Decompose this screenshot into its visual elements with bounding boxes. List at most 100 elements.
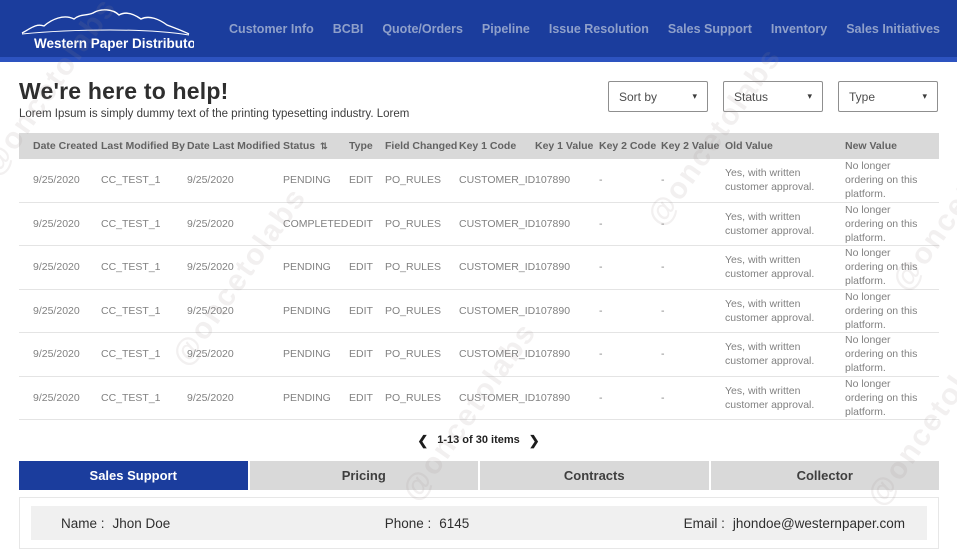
cell-type: EDIT — [349, 246, 385, 290]
cell-last-modified-by: CC_TEST_1 — [101, 289, 187, 333]
status-dropdown-label: Status — [734, 90, 768, 104]
table-row: 9/25/2020CC_TEST_19/25/2020COMPLETEDEDIT… — [19, 202, 939, 246]
cell-new-value: No longer ordering on this platform. — [845, 289, 939, 333]
nav-item-bcbi[interactable]: BCBI — [333, 22, 364, 36]
cell-field-changed: PO_RULES — [385, 202, 459, 246]
table-header: Date Created Last Modified By Date Last … — [19, 133, 939, 159]
hero-row: We're here to help! Lorem Ipsum is simpl… — [19, 62, 938, 133]
cell-old-value: Yes, with written customer approval. — [725, 376, 845, 420]
cell-type: EDIT — [349, 289, 385, 333]
cell-type: EDIT — [349, 333, 385, 377]
col-header-date-last-modified: Date Last Modified — [187, 133, 283, 159]
cell-key2-code: - — [599, 159, 661, 202]
cell-old-value: Yes, with written customer approval. — [725, 333, 845, 377]
cell-key2-code: - — [599, 289, 661, 333]
cell-status: PENDING — [283, 246, 349, 290]
cell-last-modified-by: CC_TEST_1 — [101, 246, 187, 290]
cell-key2-code: - — [599, 202, 661, 246]
nav-item-sales-initiatives[interactable]: Sales Initiatives — [846, 22, 940, 36]
contact-email-value: jhondoe@westernpaper.com — [733, 516, 905, 531]
contact-card: Name : Jhon Doe Phone : 6145 Email : jho… — [19, 497, 939, 549]
col-header-key2-value: Key 2 Value — [661, 133, 725, 159]
contact-phone-value: 6145 — [439, 516, 469, 531]
col-header-status[interactable]: Status⇅ — [283, 133, 349, 159]
tab-collector[interactable]: Collector — [711, 461, 940, 490]
cell-status: PENDING — [283, 376, 349, 420]
caret-down-icon: ▾ — [692, 91, 697, 102]
contact-name-label: Name : — [61, 516, 105, 531]
app-header: Western Paper Distributors Customer Info… — [0, 0, 957, 62]
caret-down-icon: ▾ — [922, 91, 927, 102]
nav-item-pipeline[interactable]: Pipeline — [482, 22, 530, 36]
cell-key2-value: - — [661, 289, 725, 333]
cell-last-modified-by: CC_TEST_1 — [101, 333, 187, 377]
nav-item-customer-info[interactable]: Customer Info — [229, 22, 314, 36]
status-dropdown[interactable]: Status ▾ — [723, 81, 823, 112]
type-dropdown[interactable]: Type ▾ — [838, 81, 938, 112]
nav-item-inventory[interactable]: Inventory — [771, 22, 827, 36]
cell-key1-code: CUSTOMER_ID — [459, 333, 535, 377]
hero-text: We're here to help! Lorem Ipsum is simpl… — [19, 62, 409, 133]
col-header-field-changed: Field Changed — [385, 133, 459, 159]
col-header-date-created: Date Created — [19, 133, 101, 159]
cell-date-last-modified: 9/25/2020 — [187, 289, 283, 333]
cell-status: PENDING — [283, 333, 349, 377]
pagination: ❮ 1-13 of 30 items ❯ — [19, 429, 938, 451]
cell-new-value: No longer ordering on this platform. — [845, 376, 939, 420]
cell-date-last-modified: 9/25/2020 — [187, 202, 283, 246]
brand-name: Western Paper Distributors — [34, 36, 194, 51]
cell-key1-value: 107890 — [535, 202, 599, 246]
cell-key1-value: 107890 — [535, 333, 599, 377]
cell-status: PENDING — [283, 289, 349, 333]
pagination-next-icon[interactable]: ❯ — [529, 434, 540, 447]
caret-down-icon: ▾ — [807, 91, 812, 102]
tab-pricing[interactable]: Pricing — [250, 461, 479, 490]
main-nav: Customer Info BCBI Quote/Orders Pipeline… — [229, 22, 940, 36]
cell-date-created: 9/25/2020 — [19, 289, 101, 333]
nav-item-quote-orders[interactable]: Quote/Orders — [382, 22, 463, 36]
nav-item-issue-resolution[interactable]: Issue Resolution — [549, 22, 649, 36]
cell-key2-value: - — [661, 202, 725, 246]
tab-contracts[interactable]: Contracts — [480, 461, 709, 490]
page-title: We're here to help! — [19, 78, 409, 105]
cell-key1-code: CUSTOMER_ID — [459, 202, 535, 246]
cell-old-value: Yes, with written customer approval. — [725, 202, 845, 246]
contact-name-value: Jhon Doe — [113, 516, 171, 531]
cell-key2-code: - — [599, 333, 661, 377]
cell-date-last-modified: 9/25/2020 — [187, 376, 283, 420]
cell-key1-code: CUSTOMER_ID — [459, 159, 535, 202]
nav-item-sales-support[interactable]: Sales Support — [668, 22, 752, 36]
cell-last-modified-by: CC_TEST_1 — [101, 376, 187, 420]
mountains-baseline-icon — [22, 30, 189, 35]
pagination-prev-icon[interactable]: ❮ — [417, 434, 428, 447]
sort-icon[interactable]: ⇅ — [320, 141, 328, 151]
cell-key2-value: - — [661, 159, 725, 202]
cell-key1-code: CUSTOMER_ID — [459, 289, 535, 333]
cell-field-changed: PO_RULES — [385, 333, 459, 377]
cell-old-value: Yes, with written customer approval. — [725, 159, 845, 202]
cell-new-value: No longer ordering on this platform. — [845, 246, 939, 290]
col-header-key2-code: Key 2 Code — [599, 133, 661, 159]
cell-key1-value: 107890 — [535, 376, 599, 420]
tab-sales-support[interactable]: Sales Support — [19, 461, 248, 490]
cell-date-created: 9/25/2020 — [19, 202, 101, 246]
cell-key1-value: 107890 — [535, 289, 599, 333]
col-header-type: Type — [349, 133, 385, 159]
contact-email: Email : jhondoe@westernpaper.com — [684, 516, 905, 531]
cell-new-value: No longer ordering on this platform. — [845, 159, 939, 202]
cell-status: PENDING — [283, 159, 349, 202]
table-row: 9/25/2020CC_TEST_19/25/2020PENDINGEDITPO… — [19, 376, 939, 420]
col-header-key1-value: Key 1 Value — [535, 133, 599, 159]
contact-phone: Phone : 6145 — [385, 516, 470, 531]
section-tabs: Sales Support Pricing Contracts Collecto… — [19, 461, 939, 490]
main-content: We're here to help! Lorem Ipsum is simpl… — [0, 62, 957, 549]
contact-bar: Name : Jhon Doe Phone : 6145 Email : jho… — [31, 506, 927, 540]
cell-key1-code: CUSTOMER_ID — [459, 246, 535, 290]
pagination-label: 1-13 of 30 items — [437, 434, 520, 446]
table-row: 9/25/2020CC_TEST_19/25/2020PENDINGEDITPO… — [19, 289, 939, 333]
cell-new-value: No longer ordering on this platform. — [845, 202, 939, 246]
cell-type: EDIT — [349, 376, 385, 420]
sort-by-dropdown[interactable]: Sort by ▾ — [608, 81, 708, 112]
cell-field-changed: PO_RULES — [385, 376, 459, 420]
brand-logo[interactable]: Western Paper Distributors — [18, 5, 194, 53]
